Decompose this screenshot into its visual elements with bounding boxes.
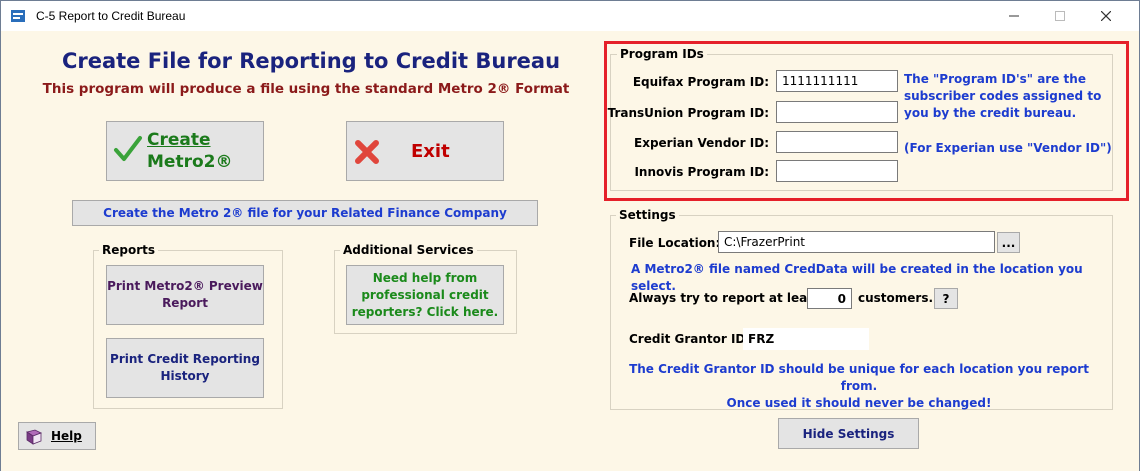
program-id-note-line-3: you by the credit bureau. <box>904 106 1077 120</box>
innovis-label: Innovis Program ID: <box>634 165 769 179</box>
experian-id-input[interactable] <box>776 131 898 153</box>
grantor-note-line-1: The Credit Grantor ID should be unique f… <box>629 362 1089 393</box>
app-icon <box>11 10 25 22</box>
additional-services-label: Additional Services <box>340 243 477 257</box>
create-metro2-label: Create Metro2® <box>147 129 232 173</box>
always-report-label: Always try to report at least <box>629 291 821 305</box>
location-note: A Metro2® file named CredData will be cr… <box>631 262 1083 293</box>
red-x-icon <box>355 140 379 164</box>
create-metro2-button[interactable]: Create Metro2® <box>106 121 264 181</box>
maximize-icon <box>1055 11 1065 21</box>
file-location-label: File Location: <box>629 236 721 250</box>
page-title: Create File for Reporting to Credit Bure… <box>61 49 561 73</box>
exit-button[interactable]: Exit <box>346 121 504 181</box>
grantor-id-field: FRZ <box>743 328 869 350</box>
browse-button[interactable]: ... <box>997 232 1020 253</box>
grantor-note-line-2: Once used it should never be changed! <box>726 396 992 410</box>
print-history-button[interactable]: Print Credit Reporting History <box>106 338 264 398</box>
equifax-label: Equifax Program ID: <box>632 75 769 89</box>
maximize-button[interactable] <box>1037 1 1083 31</box>
minimize-icon <box>1009 15 1019 17</box>
create-line-1: Create <box>147 130 211 150</box>
program-id-note-line-2: subscriber codes assigned to <box>904 89 1102 103</box>
customers-label: customers. <box>858 291 934 305</box>
exit-label: Exit <box>411 141 450 162</box>
reports-group-label: Reports <box>99 243 159 257</box>
file-location-input[interactable] <box>718 231 995 253</box>
min-customers-input[interactable] <box>807 288 852 309</box>
hide-settings-button[interactable]: Hide Settings <box>778 418 919 449</box>
transunion-label: TransUnion Program ID: <box>607 106 769 120</box>
program-id-note: The "Program ID's" are the subscriber co… <box>904 71 1114 122</box>
equifax-id-input[interactable] <box>776 70 898 92</box>
professional-help-button[interactable]: Need help from professional credit repor… <box>346 265 504 325</box>
help-button[interactable]: Help <box>18 422 96 450</box>
question-button[interactable]: ? <box>934 288 958 309</box>
transunion-id-input[interactable] <box>776 101 898 123</box>
experian-label: Experian Vendor ID: <box>634 136 769 150</box>
print-preview-button[interactable]: Print Metro2® Preview Report <box>106 265 264 325</box>
settings-group-label: Settings <box>616 208 679 222</box>
help-label: Help <box>51 429 82 443</box>
grantor-id-value: FRZ <box>748 332 775 346</box>
page-subtitle: This program will produce a file using t… <box>42 81 570 97</box>
experian-note: (For Experian use "Vendor ID") <box>904 141 1112 155</box>
program-ids-label: Program IDs <box>617 47 707 61</box>
title-bar: C-5 Report to Credit Bureau <box>1 1 1139 31</box>
program-id-note-line-1: The "Program ID's" are the <box>904 72 1086 86</box>
close-icon <box>1101 11 1111 21</box>
checkmark-icon <box>114 136 142 161</box>
client-area: Create File for Reporting to Credit Bure… <box>1 31 1139 471</box>
book-icon <box>26 429 42 445</box>
minimize-button[interactable] <box>991 1 1037 31</box>
create-line-2: Metro2® <box>147 152 233 172</box>
innovis-id-input[interactable] <box>776 160 898 182</box>
grantor-note: The Credit Grantor ID should be unique f… <box>614 361 1104 412</box>
app-window: C-5 Report to Credit Bureau Create File … <box>0 0 1140 471</box>
related-finance-button[interactable]: Create the Metro 2® file for your Relate… <box>72 200 538 226</box>
window-title: C-5 Report to Credit Bureau <box>36 9 186 23</box>
grantor-label: Credit Grantor ID: <box>629 332 751 346</box>
close-button[interactable] <box>1083 1 1129 31</box>
